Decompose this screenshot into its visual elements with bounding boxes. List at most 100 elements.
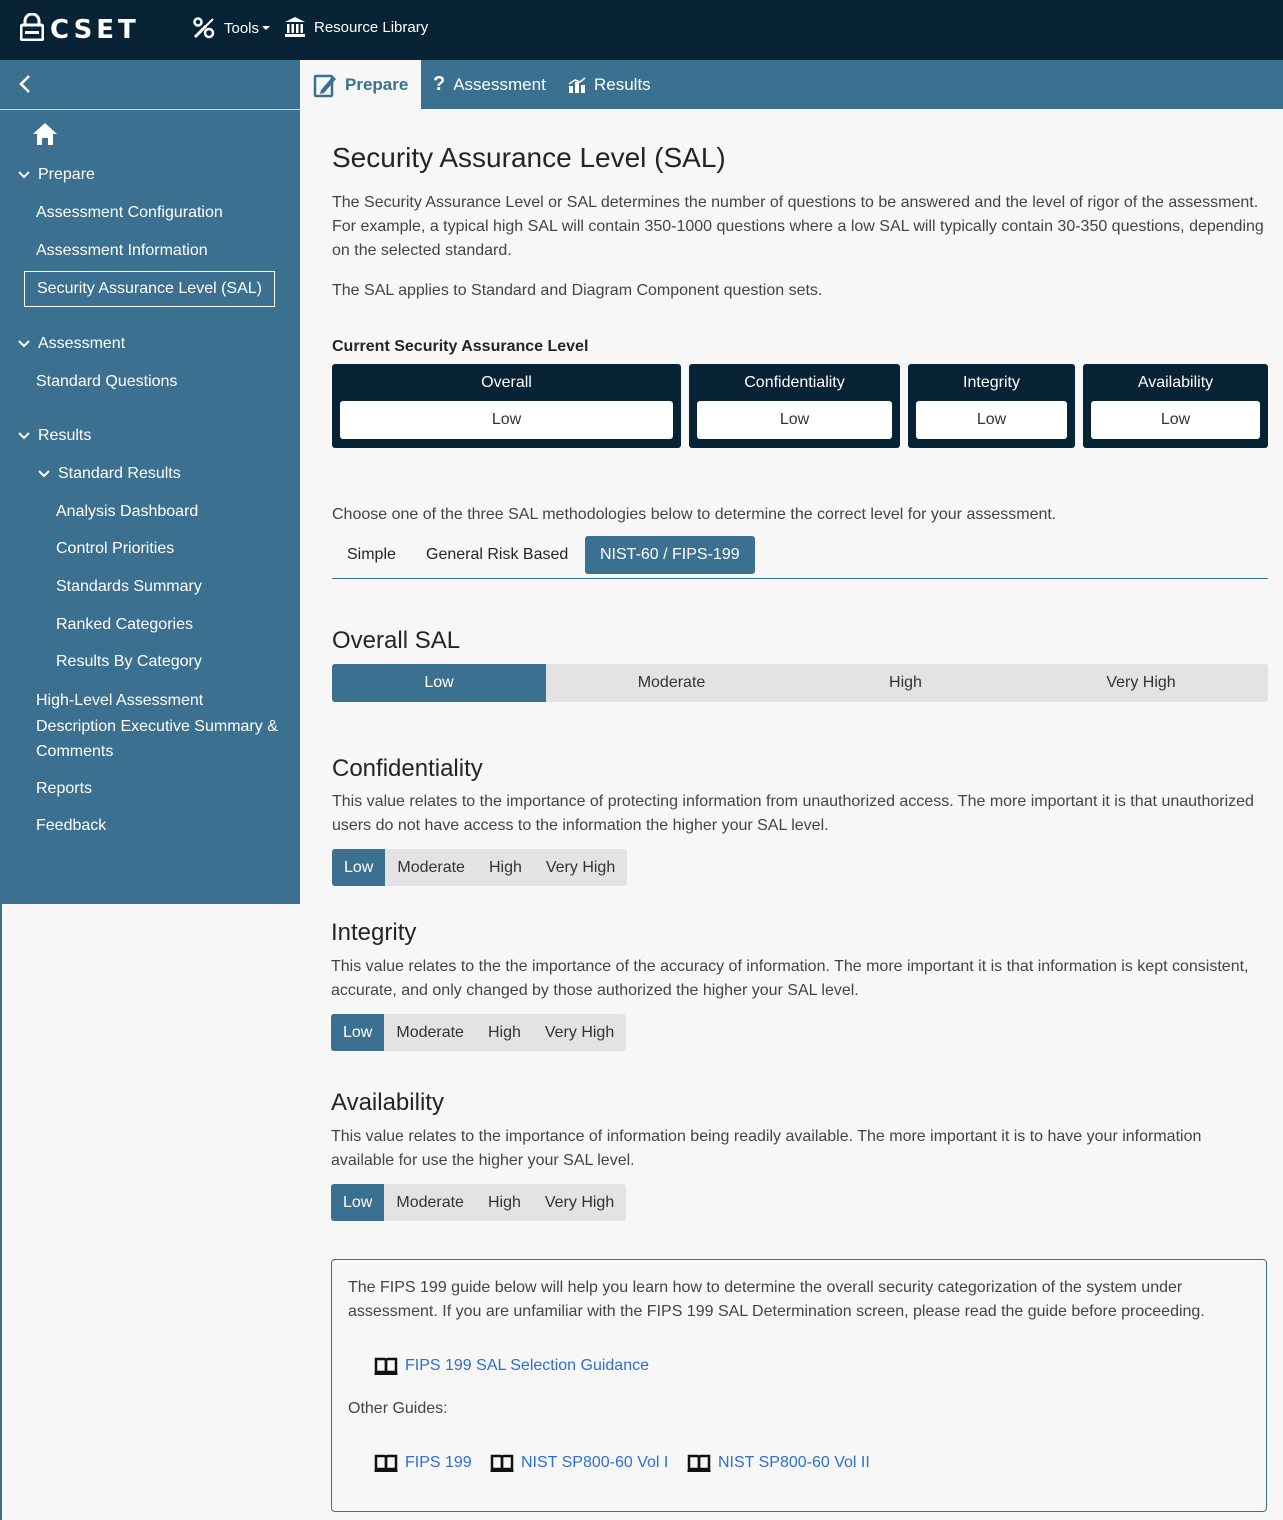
availability-low-button[interactable]: Low xyxy=(331,1184,385,1221)
current-sal-integrity: Integrity Low xyxy=(908,364,1075,448)
library-icon xyxy=(284,16,306,38)
sidebar-item-ranked-categories[interactable]: Ranked Categories xyxy=(56,616,193,634)
question-icon: ? xyxy=(433,73,446,95)
sidebar-subsection-standard-results[interactable]: Standard Results xyxy=(38,465,181,483)
overall-moderate-button[interactable]: Moderate xyxy=(546,664,797,702)
overall-low-button[interactable]: Low xyxy=(332,664,546,702)
tab-assessment[interactable]: ? Assessment xyxy=(433,60,546,109)
book-icon xyxy=(374,1356,398,1376)
tools-icon xyxy=(192,16,216,40)
method-tabs-divider xyxy=(332,578,1268,579)
current-sal-confidentiality: Confidentiality Low xyxy=(689,364,900,448)
sidebar-item-feedback[interactable]: Feedback xyxy=(36,817,106,835)
overall-high-button[interactable]: High xyxy=(797,664,1014,702)
sidebar-item-reports[interactable]: Reports xyxy=(36,780,92,798)
integrity-description: accurate, and only changed by those auth… xyxy=(331,982,859,999)
current-sal-label: Current Security Assurance Level xyxy=(332,338,589,355)
tab-prepare[interactable]: Prepare xyxy=(300,60,422,109)
method-tab-nist-fips[interactable]: NIST-60 / FIPS-199 xyxy=(585,536,755,574)
availability-high-button[interactable]: High xyxy=(476,1184,533,1221)
availability-title: Availability xyxy=(331,1089,444,1116)
guide-text: assessment. If you are unfamiliar with t… xyxy=(348,1303,1205,1320)
current-sal-value: Low xyxy=(340,401,673,439)
guide-text: The FIPS 199 guide below will help you l… xyxy=(348,1279,1183,1296)
sidebar: Prepare Assessment Configuration Assessm… xyxy=(0,60,300,904)
nist-sp800-60-vol2-link[interactable]: NIST SP800-60 Vol II xyxy=(687,1453,870,1473)
sidebar-section-label: Results xyxy=(38,427,92,444)
book-icon xyxy=(374,1453,398,1473)
link-label: NIST SP800-60 Vol I xyxy=(521,1454,669,1471)
home-icon[interactable] xyxy=(32,122,58,151)
chevron-down-icon xyxy=(18,171,30,179)
book-icon xyxy=(490,1453,514,1473)
availability-selector: Low Moderate High Very High xyxy=(331,1184,627,1221)
sidebar-item-high-level-assessment[interactable]: High-Level Assessment Description Execut… xyxy=(36,688,278,765)
fips-199-link[interactable]: FIPS 199 xyxy=(374,1453,472,1473)
resource-library-link[interactable]: Resource Library xyxy=(284,16,428,38)
method-tab-simple[interactable]: Simple xyxy=(332,536,411,574)
sidebar-item-assessment-information[interactable]: Assessment Information xyxy=(36,242,208,260)
integrity-description: This value relates to the the importance… xyxy=(331,958,1249,975)
confidentiality-low-button[interactable]: Low xyxy=(332,849,386,886)
integrity-low-button[interactable]: Low xyxy=(331,1014,385,1051)
integrity-very-high-button[interactable]: Very High xyxy=(533,1014,626,1051)
link-label: NIST SP800-60 Vol II xyxy=(718,1454,870,1471)
sidebar-item-sal[interactable]: Security Assurance Level (SAL) xyxy=(24,271,275,307)
integrity-title: Integrity xyxy=(331,919,417,946)
current-sal-label: Integrity xyxy=(963,374,1020,391)
chevron-down-icon xyxy=(38,470,50,478)
chevron-down-icon xyxy=(262,26,271,30)
chevron-down-icon xyxy=(18,432,30,440)
intro-line: on the selected standard. xyxy=(332,242,512,259)
overall-sal-title: Overall SAL xyxy=(332,627,461,654)
availability-very-high-button[interactable]: Very High xyxy=(533,1184,626,1221)
method-tab-general-risk[interactable]: General Risk Based xyxy=(411,536,583,574)
current-sal-label: Overall xyxy=(481,374,532,391)
sidebar-item-results-by-category[interactable]: Results By Category xyxy=(56,653,202,671)
link-label: FIPS 199 xyxy=(405,1454,472,1471)
sidebar-section-results[interactable]: Results xyxy=(18,427,91,445)
confidentiality-description: users do not have access to the informat… xyxy=(332,817,829,834)
sidebar-edge xyxy=(0,904,2,1520)
current-sal-overall: Overall Low xyxy=(332,364,681,448)
sidebar-section-assessment[interactable]: Assessment xyxy=(18,335,125,353)
methodology-instructions: Choose one of the three SAL methodologie… xyxy=(332,506,1057,523)
current-sal-value: Low xyxy=(697,401,892,439)
sidebar-item-standards-summary[interactable]: Standards Summary xyxy=(56,578,202,596)
tools-menu[interactable]: Tools xyxy=(192,16,271,40)
sidebar-item-assessment-configuration[interactable]: Assessment Configuration xyxy=(36,204,223,222)
availability-moderate-button[interactable]: Moderate xyxy=(384,1184,476,1221)
tools-label: Tools xyxy=(224,19,260,37)
integrity-moderate-button[interactable]: Moderate xyxy=(384,1014,476,1051)
sidebar-item-control-priorities[interactable]: Control Priorities xyxy=(56,540,174,558)
sidebar-collapse-button[interactable] xyxy=(0,60,300,110)
sidebar-section-prepare[interactable]: Prepare xyxy=(18,166,95,184)
page-title: Security Assurance Level (SAL) xyxy=(332,142,726,173)
tab-label: Prepare xyxy=(345,74,409,94)
intro-line: For example, a typical high SAL will con… xyxy=(332,218,1264,235)
chevron-left-icon xyxy=(19,75,30,93)
sidebar-item-analysis-dashboard[interactable]: Analysis Dashboard xyxy=(56,503,198,521)
sidebar-section-label: Prepare xyxy=(38,166,95,183)
intro-line: The Security Assurance Level or SAL dete… xyxy=(332,194,1259,211)
overall-very-high-button[interactable]: Very High xyxy=(1014,664,1268,702)
confidentiality-selector: Low Moderate High Very High xyxy=(332,849,628,886)
fips-guide-panel: The FIPS 199 guide below will help you l… xyxy=(331,1259,1267,1512)
confidentiality-high-button[interactable]: High xyxy=(477,849,534,886)
current-sal-label: Availability xyxy=(1137,374,1214,391)
chevron-down-icon xyxy=(18,340,30,348)
nist-sp800-60-vol1-link[interactable]: NIST SP800-60 Vol I xyxy=(490,1453,668,1473)
confidentiality-moderate-button[interactable]: Moderate xyxy=(385,849,477,886)
tab-results[interactable]: Results xyxy=(568,60,651,109)
resource-library-label: Resource Library xyxy=(314,18,429,36)
confidentiality-very-high-button[interactable]: Very High xyxy=(534,849,627,886)
integrity-high-button[interactable]: High xyxy=(476,1014,533,1051)
overall-sal-selector: Low Moderate High Very High xyxy=(332,664,1268,702)
cset-logo[interactable]: CSET xyxy=(19,12,140,46)
lock-icon xyxy=(19,12,45,46)
top-bar: CSET Tools Resource Library xyxy=(0,0,1283,60)
sidebar-item-standard-questions[interactable]: Standard Questions xyxy=(36,373,177,391)
availability-description: available for use the higher your SAL le… xyxy=(331,1152,635,1169)
confidentiality-description: This value relates to the importance of … xyxy=(332,793,1254,810)
fips-199-guidance-link[interactable]: FIPS 199 SAL Selection Guidance xyxy=(374,1356,649,1376)
